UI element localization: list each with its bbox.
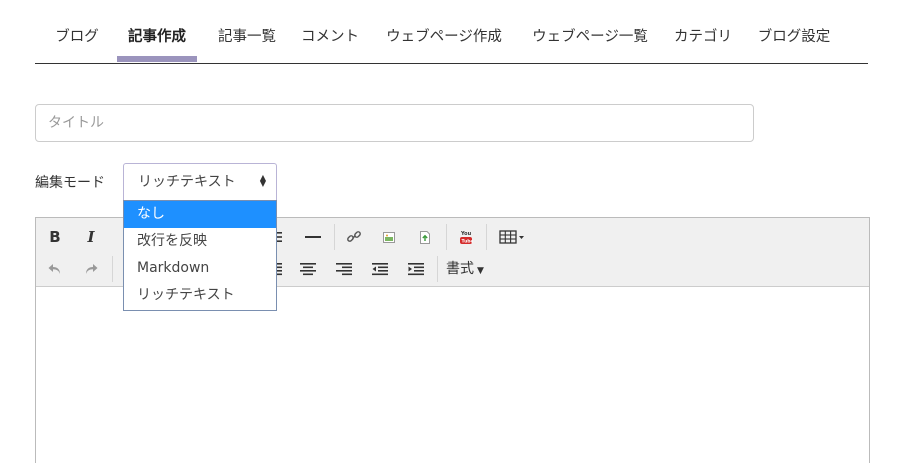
option-markdown[interactable]: Markdown <box>124 255 276 282</box>
tab-webpage-list[interactable]: ウェブページ一覧 <box>523 0 657 63</box>
tab-categories[interactable]: カテゴリ <box>669 0 737 63</box>
youtube-icon[interactable]: You Tube <box>453 225 479 249</box>
horizontal-rule-icon[interactable] <box>300 225 326 249</box>
edit-mode-options: なし 改行を反映 Markdown リッチテキスト <box>123 200 277 311</box>
redo-icon[interactable] <box>78 257 104 281</box>
format-label: 書式 <box>446 261 474 277</box>
select-arrows-icon: ▲ ▼ <box>259 173 266 188</box>
edit-mode-label: 編集モード <box>35 175 105 191</box>
align-center-icon[interactable] <box>295 257 321 281</box>
active-tab-indicator <box>117 56 197 62</box>
bold-button[interactable]: B <box>42 225 68 249</box>
tab-comments[interactable]: コメント <box>293 0 367 63</box>
tab-blog[interactable]: ブログ <box>49 0 105 63</box>
edit-mode-select[interactable]: リッチテキスト ▲ ▼ <box>123 163 277 200</box>
file-upload-icon[interactable] <box>412 225 438 249</box>
italic-button[interactable]: I <box>78 225 104 249</box>
title-input[interactable] <box>35 104 754 142</box>
svg-text:You: You <box>460 231 472 237</box>
option-rich-text[interactable]: リッチテキスト <box>124 282 276 309</box>
toolbar-separator <box>334 224 335 250</box>
indent-icon[interactable] <box>403 257 429 281</box>
image-icon[interactable] <box>376 225 402 249</box>
option-line-breaks[interactable]: 改行を反映 <box>124 228 276 255</box>
tab-create-post[interactable]: 記事作成 <box>117 0 197 63</box>
tab-blog-settings[interactable]: ブログ設定 <box>749 0 839 63</box>
toolbar-separator <box>446 224 447 250</box>
svg-text:Tube: Tube <box>462 239 474 245</box>
format-dropdown[interactable]: 書式 ▼ <box>446 257 484 281</box>
toolbar-separator <box>112 256 113 282</box>
edit-mode-selected-value: リッチテキスト <box>138 174 236 190</box>
align-right-icon[interactable] <box>331 257 357 281</box>
toolbar-separator <box>437 256 438 282</box>
tab-create-webpage[interactable]: ウェブページ作成 <box>377 0 511 63</box>
table-icon[interactable] <box>494 225 530 249</box>
caret-down-icon: ▼ <box>477 266 484 276</box>
editor-content-area[interactable] <box>36 288 869 463</box>
option-none[interactable]: なし <box>124 201 276 228</box>
tab-post-list[interactable]: 記事一覧 <box>211 0 283 63</box>
link-icon[interactable] <box>341 225 367 249</box>
nav-tabs: ブログ 記事作成 記事一覧 コメント ウェブページ作成 ウェブページ一覧 カテゴ… <box>35 0 868 64</box>
outdent-icon[interactable] <box>367 257 393 281</box>
toolbar-separator <box>486 224 487 250</box>
undo-icon[interactable] <box>42 257 68 281</box>
